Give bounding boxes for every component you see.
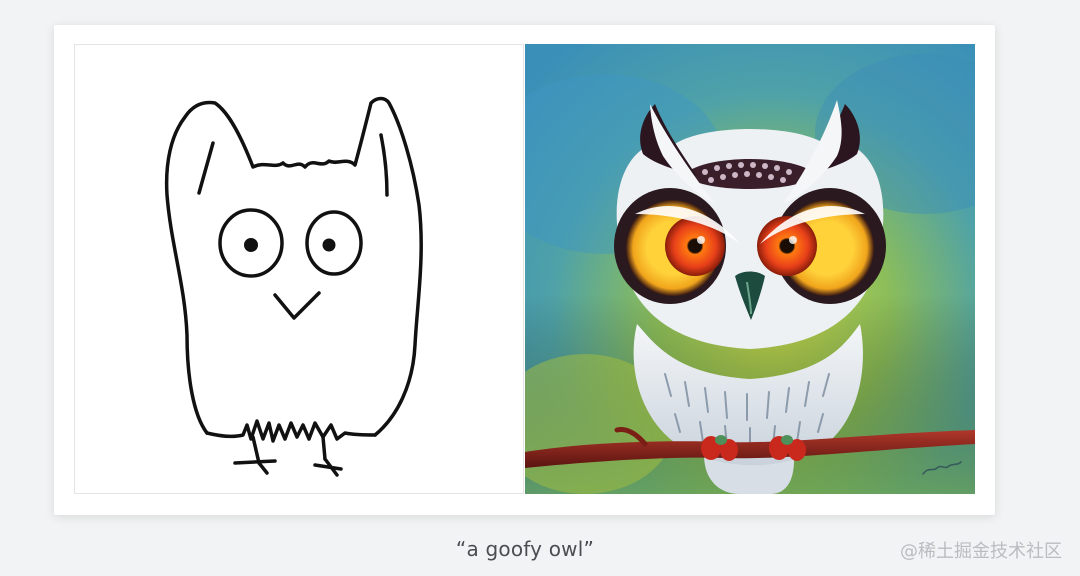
owl-sketch-image <box>74 44 524 494</box>
owl-painting-image <box>525 44 975 494</box>
watermark: @稀土掘金技术社区 <box>900 541 1062 562</box>
figure-caption: “a goofy owl” <box>455 537 595 561</box>
image-card <box>54 25 995 515</box>
page: “a goofy owl” @稀土掘金技术社区 <box>0 0 1080 576</box>
